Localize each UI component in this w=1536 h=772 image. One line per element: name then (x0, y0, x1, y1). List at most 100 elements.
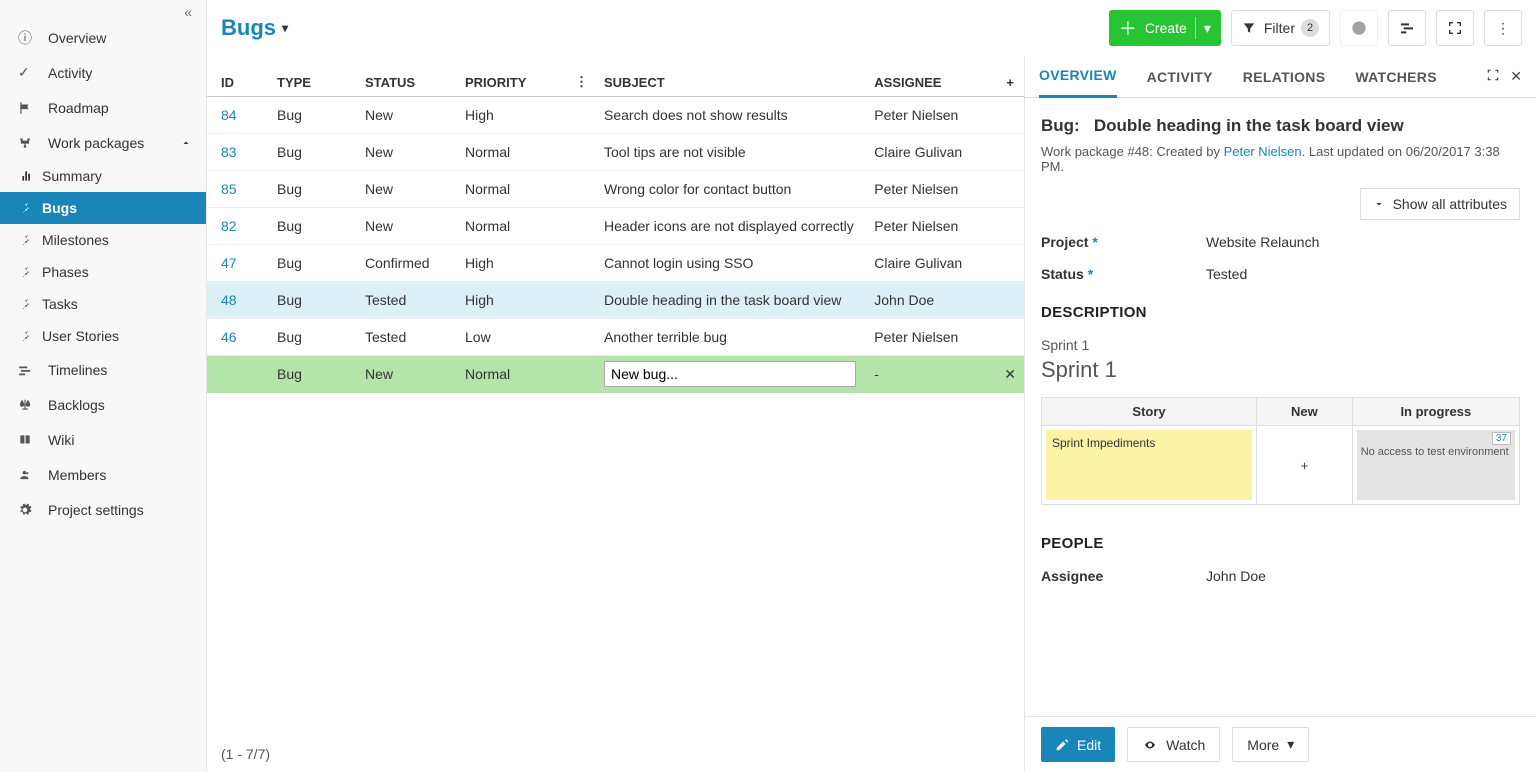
watch-button[interactable]: Watch (1127, 727, 1220, 762)
table-row[interactable]: 46BugTestedLowAnother terrible bugPeter … (207, 319, 1024, 356)
sidebar-sub-summary[interactable]: Summary (0, 160, 206, 192)
table-row[interactable]: 84BugNewHighSearch does not show results… (207, 97, 1024, 134)
cell-id[interactable]: 84 (207, 97, 269, 134)
pin-icon (20, 202, 42, 214)
sidebar-label: Work packages (48, 135, 144, 151)
filter-button[interactable]: Filter 2 (1231, 10, 1330, 46)
project-value[interactable]: Website Relaunch (1206, 234, 1319, 250)
cell-status[interactable]: New (357, 356, 457, 393)
table-row[interactable]: 48BugTestedHighDouble heading in the tas… (207, 282, 1024, 319)
sidebar-label: User Stories (42, 328, 119, 344)
sidebar-collapse[interactable]: « (0, 0, 206, 20)
gantt-button[interactable] (1388, 10, 1426, 46)
fullscreen-button[interactable] (1436, 10, 1474, 46)
subject-input[interactable] (604, 361, 856, 387)
board-col-inprog: In progress (1352, 398, 1519, 426)
sidebar-label: Project settings (48, 502, 144, 518)
sidebar-label: Summary (42, 168, 102, 184)
progress-card[interactable]: 37 No access to test environment (1357, 430, 1515, 500)
assignee-value[interactable]: John Doe (1206, 568, 1266, 584)
sidebar: « ⓘ Overview ✓ Activity Roadmap Work pac… (0, 0, 207, 772)
sidebar-sub-milestones[interactable]: Milestones (0, 224, 206, 256)
sidebar-sub-phases[interactable]: Phases (0, 256, 206, 288)
sidebar-item-settings[interactable]: Project settings (0, 492, 206, 527)
sidebar-sub-bugs[interactable]: Bugs (0, 192, 206, 224)
sidebar-label: Bugs (42, 200, 77, 216)
close-row[interactable]: ✕ (996, 356, 1024, 393)
edit-button[interactable]: Edit (1041, 727, 1115, 762)
author-link[interactable]: Peter Nielsen (1224, 144, 1302, 159)
pin-icon (20, 266, 42, 278)
sidebar-sub-tasks[interactable]: Tasks (0, 288, 206, 320)
table-row[interactable]: 82BugNewNormalHeader icons are not displ… (207, 208, 1024, 245)
caret-down-icon: ▾ (1204, 20, 1211, 37)
caret-down-icon: ▾ (282, 21, 288, 35)
cell-type[interactable]: Bug (269, 356, 357, 393)
cell-assignee[interactable]: - (866, 356, 996, 393)
tab-relations[interactable]: RELATIONS (1243, 56, 1326, 98)
cell-priority: Normal (457, 208, 567, 245)
cell-type: Bug (269, 245, 357, 282)
cell-subject: Tool tips are not visible (596, 134, 866, 171)
sidebar-item-backlogs[interactable]: Backlogs (0, 387, 206, 422)
show-all-attrs[interactable]: Show all attributes (1360, 188, 1520, 220)
col-assignee[interactable]: ASSIGNEE (866, 56, 996, 97)
sidebar-item-activity[interactable]: ✓ Activity (0, 55, 206, 90)
create-button[interactable]: ＋ Create ▾ (1109, 10, 1221, 46)
sidebar-item-overview[interactable]: ⓘ Overview (0, 20, 206, 55)
info-button[interactable] (1340, 10, 1378, 46)
gantt-icon (1399, 20, 1415, 36)
cell-id[interactable]: 85 (207, 171, 269, 208)
table-row[interactable]: 83BugNewNormalTool tips are not visibleC… (207, 134, 1024, 171)
page-title[interactable]: Bugs ▾ (221, 15, 288, 41)
pin-icon (20, 234, 42, 246)
status-label: Status * (1041, 266, 1206, 282)
more-button[interactable]: More ▾ (1232, 727, 1309, 762)
sidebar-item-roadmap[interactable]: Roadmap (0, 90, 206, 125)
cell-priority: Normal (457, 134, 567, 171)
tab-activity[interactable]: ACTIVITY (1147, 56, 1213, 98)
tab-watchers[interactable]: WATCHERS (1355, 56, 1436, 98)
board-add[interactable]: + (1257, 426, 1353, 505)
chevron-down-icon (1373, 198, 1385, 210)
sidebar-item-timelines[interactable]: Timelines (0, 352, 206, 387)
chevron-double-left-icon: « (184, 4, 192, 20)
card-id: 37 (1492, 432, 1511, 445)
people-heading: PEOPLE (1041, 535, 1520, 552)
add-column[interactable]: + (996, 56, 1024, 97)
sprint-heading: Sprint 1 (1041, 357, 1520, 383)
close-icon[interactable]: ✕ (1510, 68, 1522, 85)
table-footer: (1 - 7/7) (207, 736, 1024, 772)
tab-overview[interactable]: OVERVIEW (1039, 56, 1117, 98)
sprint-label: Sprint 1 (1041, 337, 1520, 353)
cell-priority[interactable]: Normal (457, 356, 567, 393)
col-drag[interactable]: ⋮ (567, 56, 596, 97)
cell-subject: Header icons are not displayed correctly (596, 208, 866, 245)
cell-id[interactable]: 82 (207, 208, 269, 245)
cell-id[interactable]: 48 (207, 282, 269, 319)
col-type[interactable]: TYPE (269, 56, 357, 97)
toolbar: Bugs ▾ ＋ Create ▾ Filter 2 (207, 0, 1536, 56)
table-row[interactable]: 47BugConfirmedHighCannot login using SSO… (207, 245, 1024, 282)
book-icon (18, 433, 48, 447)
cell-id[interactable]: 47 (207, 245, 269, 282)
table-row[interactable]: 85BugNewNormalWrong color for contact bu… (207, 171, 1024, 208)
card-text: No access to test environment (1361, 446, 1511, 458)
col-priority[interactable]: PRIORITY (457, 56, 567, 97)
cell-status: Tested (357, 282, 457, 319)
sidebar-sub-userstories[interactable]: User Stories (0, 320, 206, 352)
col-status[interactable]: STATUS (357, 56, 457, 97)
expand-icon[interactable] (1486, 68, 1500, 85)
cell-id[interactable]: 83 (207, 134, 269, 171)
cell-id[interactable]: 46 (207, 319, 269, 356)
more-button[interactable]: ⋮ (1484, 10, 1522, 46)
sidebar-item-wiki[interactable]: Wiki (0, 422, 206, 457)
task-board: Story New In progress Sprint Impediments… (1041, 397, 1520, 505)
col-subject[interactable]: SUBJECT (596, 56, 866, 97)
sidebar-item-wp[interactable]: Work packages (0, 125, 206, 160)
story-card[interactable]: Sprint Impediments (1046, 430, 1252, 500)
sidebar-item-members[interactable]: Members (0, 457, 206, 492)
col-id[interactable]: ID (207, 56, 269, 97)
cell-status: Confirmed (357, 245, 457, 282)
status-value[interactable]: Tested (1206, 266, 1247, 282)
